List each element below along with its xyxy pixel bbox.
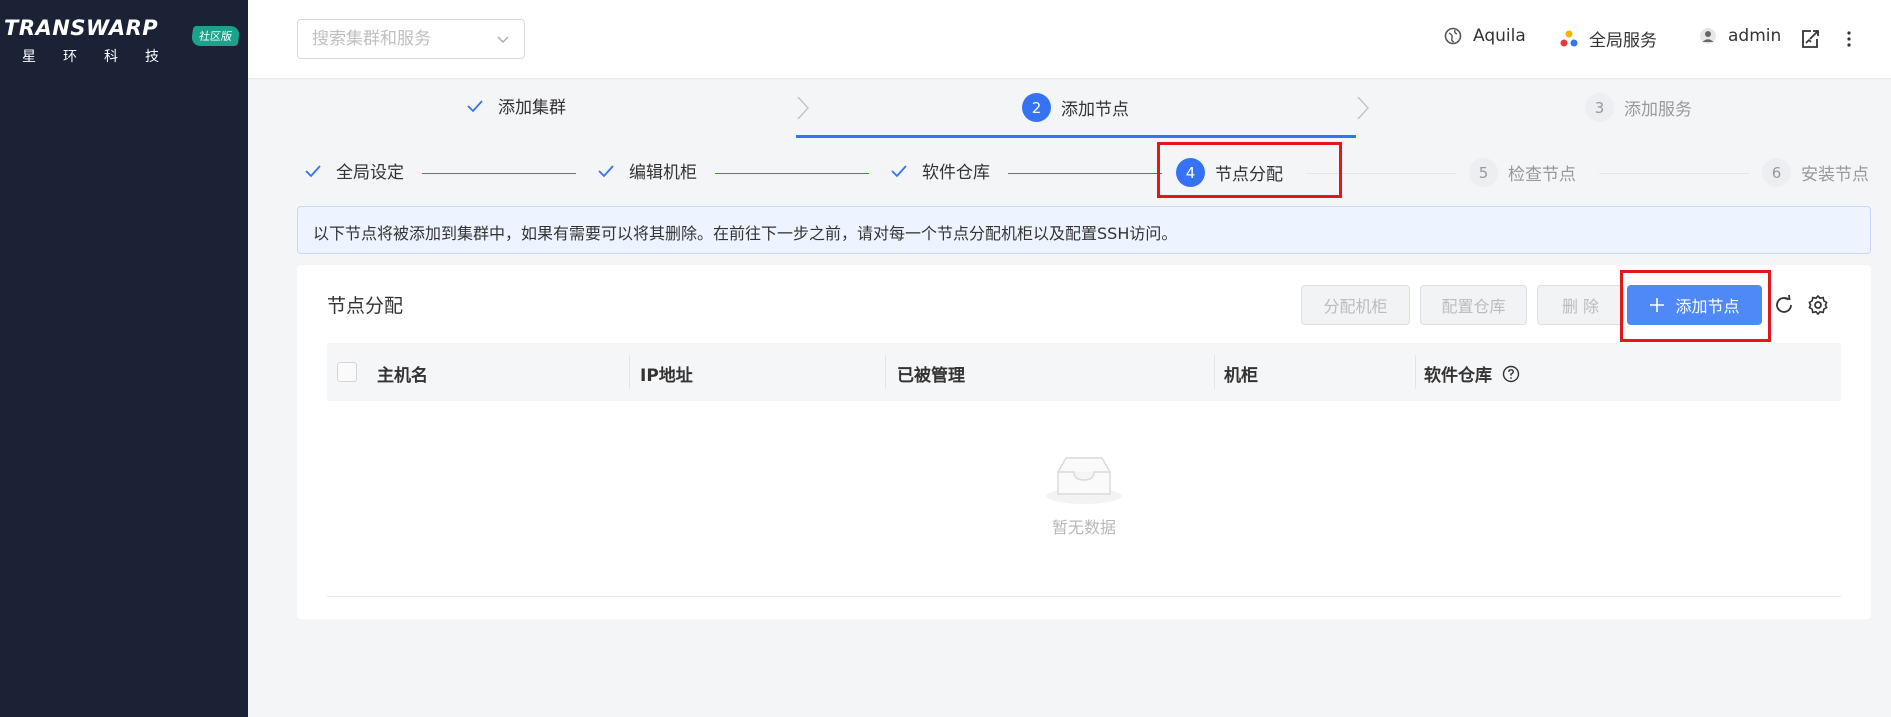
transwarp-logo[interactable]: TRANSWARP 社区版 星环科技 <box>2 14 246 68</box>
select-all-checkbox[interactable] <box>337 362 357 382</box>
substep-label: 全局设定 <box>336 163 404 183</box>
check-icon <box>891 164 907 177</box>
wizard-step-label: 添加服务 <box>1624 100 1692 120</box>
substep-label: 编辑机柜 <box>629 163 697 183</box>
step-connector <box>422 173 576 174</box>
cluster-service-search[interactable] <box>297 19 525 59</box>
empty-text: 暂无数据 <box>1051 518 1116 537</box>
step-connector <box>715 173 869 174</box>
search-input[interactable] <box>298 20 478 58</box>
column-divider <box>885 355 886 389</box>
refresh-icon[interactable] <box>1773 294 1795 316</box>
wizard-step-label: 添加节点 <box>1061 100 1129 120</box>
substep-check-nodes[interactable]: 5 检查节点 <box>1469 158 1576 187</box>
config-repo-button[interactable]: 配置仓库 <box>1420 285 1527 325</box>
substep-label: 安装节点 <box>1801 165 1869 185</box>
username: admin <box>1728 26 1782 46</box>
table-header: 主机名 IP地址 已被管理 机柜 软件仓库 <box>327 343 1841 401</box>
logo-text: TRANSWARP <box>4 16 159 40</box>
panel-title: 节点分配 <box>327 295 404 317</box>
column-hostname[interactable]: 主机名 <box>377 361 428 386</box>
chevron-down-icon <box>497 36 509 43</box>
column-software-repo[interactable]: 软件仓库 <box>1424 361 1520 386</box>
step-number: 5 <box>1469 158 1498 187</box>
wizard-step-add-node[interactable]: 2 添加节点 <box>1022 93 1129 122</box>
column-label: 软件仓库 <box>1424 366 1492 386</box>
more-vertical-icon[interactable] <box>1838 28 1860 50</box>
step-number: 2 <box>1022 93 1051 122</box>
wizard-steps: 添加集群 2 添加节点 3 添加服务 <box>248 79 1891 139</box>
globe-icon <box>1444 27 1462 45</box>
chevron-right-icon <box>1357 96 1369 120</box>
wizard-step-add-cluster[interactable]: 添加集群 <box>466 93 566 118</box>
cluster-name: Aquila <box>1473 26 1526 46</box>
empty-inbox-icon <box>1046 457 1122 504</box>
check-icon <box>598 164 614 177</box>
substep-edit-rack[interactable]: 编辑机柜 <box>597 158 697 183</box>
empty-state: 暂无数据 <box>297 450 1871 538</box>
delete-button[interactable]: 删 除 <box>1537 285 1624 325</box>
global-services-label: 全局服务 <box>1589 31 1657 51</box>
substep-label: 软件仓库 <box>922 163 990 183</box>
substep-global-settings[interactable]: 全局设定 <box>304 158 404 183</box>
user-icon <box>1700 28 1716 44</box>
active-step-underline <box>796 135 1356 138</box>
sub-steps: 全局设定 编辑机柜 软件仓库 4 节点分配 5 检查节点 6 安装节点 <box>248 150 1891 196</box>
highlight-box-add-node <box>1620 270 1771 342</box>
column-rack[interactable]: 机柜 <box>1224 361 1258 386</box>
global-services-menu[interactable]: 全局服务 <box>1559 26 1657 51</box>
table-bottom-border <box>327 596 1841 597</box>
column-divider <box>1415 355 1416 389</box>
column-ip[interactable]: IP地址 <box>640 361 693 386</box>
top-header: Aquila 全局服务 admin <box>248 0 1891 79</box>
step-number: 3 <box>1585 93 1614 122</box>
info-alert: 以下节点将被添加到集群中，如果有需要可以将其删除。在前往下一步之前，请对每一个节… <box>297 206 1871 254</box>
user-menu[interactable]: admin <box>1698 26 1781 46</box>
step-connector <box>1599 173 1749 174</box>
sidebar: TRANSWARP 社区版 星环科技 <box>0 0 248 717</box>
column-managed[interactable]: 已被管理 <box>897 361 965 386</box>
help-icon[interactable] <box>1502 365 1520 383</box>
edition-badge: 社区版 <box>190 26 241 46</box>
step-connector <box>1008 173 1162 174</box>
check-icon <box>305 164 321 177</box>
assign-rack-button[interactable]: 分配机柜 <box>1301 285 1410 325</box>
substep-label: 检查节点 <box>1508 165 1576 185</box>
column-divider <box>629 355 630 389</box>
wizard-step-add-service[interactable]: 3 添加服务 <box>1585 93 1692 122</box>
substep-install-nodes[interactable]: 6 安装节点 <box>1762 158 1869 187</box>
substep-software-repo[interactable]: 软件仓库 <box>890 158 990 183</box>
wizard-step-label: 添加集群 <box>498 98 566 118</box>
services-icon <box>1560 30 1578 46</box>
column-divider <box>1214 355 1215 389</box>
logo-subtitle: 星环科技 <box>22 49 186 65</box>
settings-icon[interactable] <box>1807 294 1829 316</box>
chevron-right-icon <box>797 96 809 120</box>
cluster-selector[interactable]: Aquila <box>1443 26 1526 46</box>
highlight-box-substep <box>1157 142 1342 198</box>
step-number: 6 <box>1762 158 1791 187</box>
export-icon[interactable] <box>1799 28 1821 50</box>
check-icon <box>467 99 483 112</box>
